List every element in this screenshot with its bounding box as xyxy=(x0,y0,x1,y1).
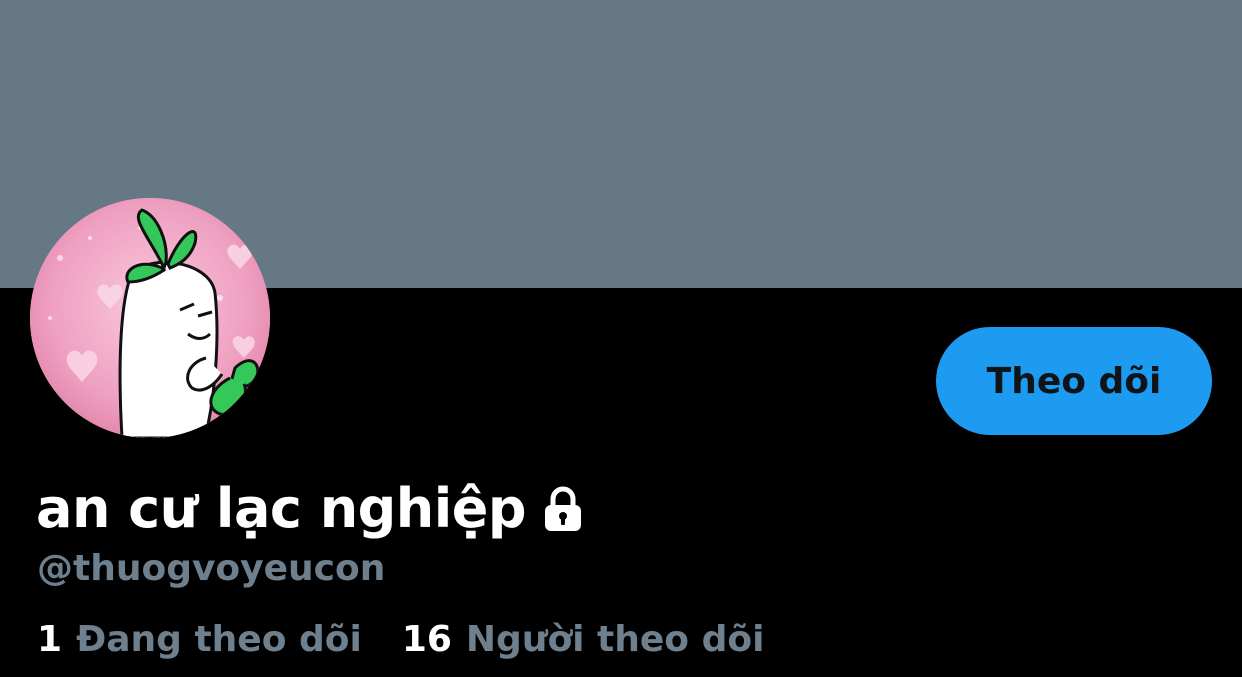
lock-icon xyxy=(538,484,588,534)
avatar[interactable] xyxy=(30,198,270,438)
follow-button[interactable]: Theo dõi xyxy=(936,327,1212,435)
followers-count: 16 xyxy=(401,619,452,660)
followers-label: Người theo dõi xyxy=(465,619,765,660)
following-label: Đang theo dõi xyxy=(76,619,362,660)
profile-stats: 1 Đang theo dõi 16 Người theo dõi xyxy=(37,614,764,666)
avatar-image xyxy=(30,198,270,438)
profile-name-row: an cư lạc nghiệp xyxy=(36,474,588,544)
profile-page: Theo dõi an cư lạc nghiệp @thuogvoyeucon… xyxy=(0,0,1242,677)
display-name: an cư lạc nghiệp xyxy=(36,477,527,540)
following-stat[interactable]: 1 Đang theo dõi xyxy=(37,614,362,666)
followers-stat[interactable]: 16 Người theo dõi xyxy=(402,614,765,666)
follow-button-label: Theo dõi xyxy=(986,360,1162,402)
profile-handle: @thuogvoyeucon xyxy=(37,548,386,589)
following-count: 1 xyxy=(37,619,63,660)
